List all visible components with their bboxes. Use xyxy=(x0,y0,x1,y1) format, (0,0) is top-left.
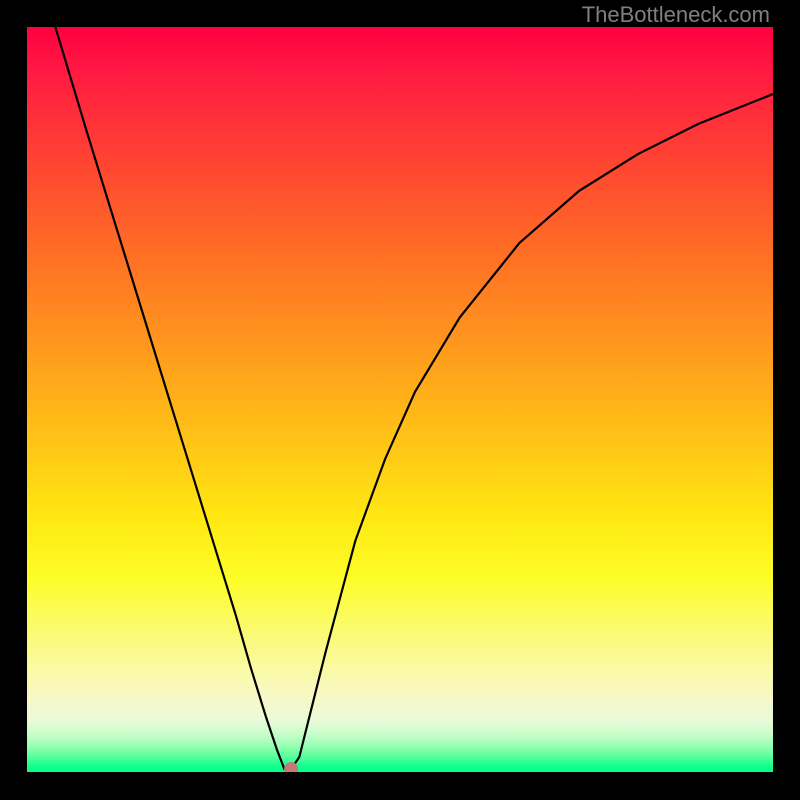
frame-right xyxy=(773,0,800,800)
bottleneck-curve xyxy=(55,27,773,769)
chart-container: TheBottleneck.com xyxy=(0,0,800,800)
frame-left xyxy=(0,0,27,800)
watermark-text: TheBottleneck.com xyxy=(582,2,770,28)
chart-svg xyxy=(27,27,773,772)
frame-bottom xyxy=(0,772,800,800)
